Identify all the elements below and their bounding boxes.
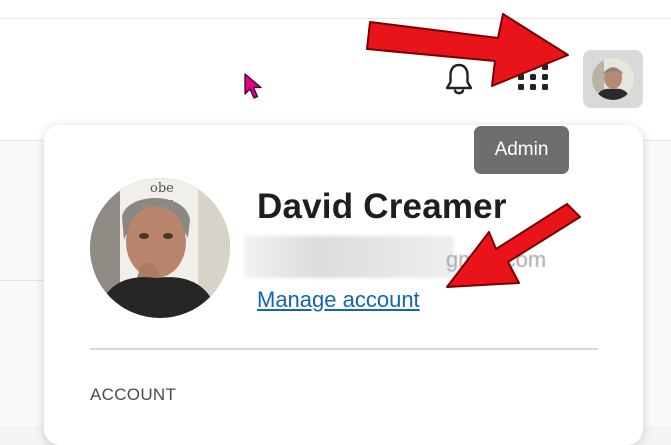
bell-icon[interactable] [444, 62, 474, 96]
page-divider [0, 280, 44, 281]
profile-name: David Creamer [257, 187, 507, 226]
profile-photo: obe ed ng der [90, 178, 230, 318]
svg-text:obe: obe [150, 181, 174, 196]
account-section-heading: ACCOUNT [90, 385, 177, 404]
manage-account-link[interactable]: Manage account [257, 287, 420, 313]
section-divider [90, 348, 598, 350]
apps-grid-icon[interactable] [516, 62, 550, 92]
avatar [592, 58, 634, 100]
email-redacted [244, 236, 454, 278]
mouse-cursor-icon [244, 73, 262, 99]
profile-email: gmail.com [446, 247, 547, 272]
avatar-button[interactable] [583, 50, 643, 108]
app-header [0, 0, 671, 140]
header-top-divider [0, 18, 671, 19]
admin-tooltip: Admin [474, 126, 569, 174]
